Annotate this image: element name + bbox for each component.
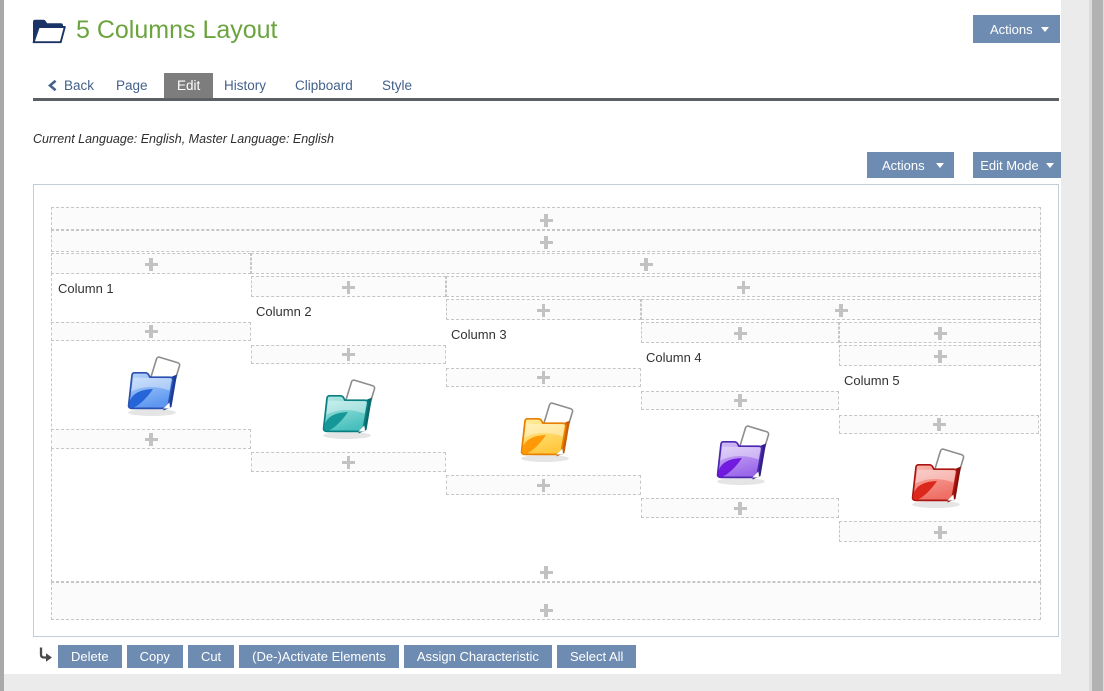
drop-zone[interactable]	[51, 582, 1041, 620]
drop-zone[interactable]	[51, 207, 1041, 230]
canvas-actions-button[interactable]: Actions	[867, 152, 954, 178]
drop-zone[interactable]	[251, 345, 446, 364]
column-label-5: Column 5	[844, 373, 900, 388]
column-label-2: Column 2	[256, 304, 312, 319]
tab-edit[interactable]: Edit	[164, 73, 213, 98]
drop-zone[interactable]	[251, 253, 1041, 274]
drop-zone[interactable]	[641, 322, 839, 343]
teal-folder-icon[interactable]	[315, 379, 381, 441]
caret-down-icon	[1046, 163, 1054, 168]
plus-icon[interactable]	[145, 258, 158, 271]
plus-icon[interactable]	[737, 281, 750, 294]
scrollbar-track[interactable]	[1089, 0, 1104, 691]
plus-icon[interactable]	[537, 479, 550, 492]
edit-mode-button[interactable]: Edit Mode	[973, 152, 1061, 178]
plus-icon[interactable]	[537, 304, 550, 317]
column-label-4: Column 4	[646, 350, 702, 365]
drop-zone[interactable]	[446, 475, 641, 495]
drop-zone[interactable]	[839, 322, 1041, 343]
chevron-left-icon	[48, 80, 57, 91]
column-label-1: Column 1	[58, 281, 114, 296]
plus-icon[interactable]	[342, 456, 355, 469]
select-all-button[interactable]: Select All	[557, 645, 636, 668]
tab-clipboard[interactable]: Clipboard	[295, 73, 353, 98]
plus-icon[interactable]	[640, 258, 653, 271]
element-toolbar: DeleteCopyCut(De-)Activate ElementsAssig…	[58, 645, 636, 668]
plus-icon[interactable]	[734, 327, 747, 340]
language-status: Current Language: English, Master Langua…	[33, 132, 334, 146]
plus-icon[interactable]	[342, 281, 355, 294]
drop-zone[interactable]	[839, 415, 1039, 434]
drop-zone[interactable]	[446, 368, 641, 387]
plus-icon[interactable]	[540, 566, 553, 579]
plus-icon[interactable]	[145, 325, 158, 338]
plus-icon[interactable]	[537, 371, 550, 384]
red-folder-icon[interactable]	[904, 448, 970, 510]
back-button[interactable]: Back	[48, 73, 94, 98]
caret-down-icon	[1041, 27, 1049, 32]
tab-history[interactable]: History	[224, 73, 266, 98]
drop-zone[interactable]	[839, 345, 1041, 366]
assign-characteristic-button[interactable]: Assign Characteristic	[404, 645, 552, 668]
drop-zone[interactable]	[641, 299, 1041, 320]
purple-folder-icon[interactable]	[709, 425, 775, 487]
edit-canvas: Column 1 Column 2 Column 3 Column 4	[33, 184, 1059, 637]
plus-icon[interactable]	[540, 236, 553, 249]
copy-button[interactable]: Copy	[127, 645, 183, 668]
drop-zone[interactable]	[641, 498, 839, 518]
branch-arrow-icon	[37, 646, 54, 663]
drop-zone[interactable]	[51, 322, 251, 341]
caret-down-icon	[936, 163, 944, 168]
edit-mode-label: Edit Mode	[980, 158, 1039, 173]
drop-zone[interactable]	[641, 391, 839, 410]
plus-icon[interactable]	[835, 304, 848, 317]
cut-button[interactable]: Cut	[188, 645, 234, 668]
tab-style[interactable]: Style	[382, 73, 412, 98]
tab-page[interactable]: Page	[116, 73, 148, 98]
header-actions-button[interactable]: Actions	[973, 15, 1060, 43]
de-activate-elements-button[interactable]: (De-)Activate Elements	[239, 645, 399, 668]
drop-zone[interactable]	[51, 253, 251, 274]
plus-icon[interactable]	[934, 327, 947, 340]
content-area: 5 Columns Layout Actions Back Page Edit Hi…	[4, 0, 1061, 674]
plus-icon[interactable]	[342, 348, 355, 361]
plus-icon[interactable]	[933, 418, 946, 431]
drop-zone[interactable]	[51, 230, 1041, 252]
open-folder-icon	[30, 17, 68, 45]
header-actions-label: Actions	[990, 22, 1033, 37]
drop-zone[interactable]	[446, 299, 641, 320]
drop-zone[interactable]	[251, 452, 446, 472]
drop-zone[interactable]	[51, 429, 251, 449]
drop-zone[interactable]	[446, 276, 1041, 297]
plus-icon[interactable]	[540, 604, 553, 617]
plus-icon[interactable]	[934, 350, 947, 363]
blue-folder-icon[interactable]	[120, 356, 186, 418]
delete-button[interactable]: Delete	[58, 645, 122, 668]
plus-icon[interactable]	[540, 214, 553, 227]
page-title: 5 Columns Layout	[76, 16, 278, 45]
plus-icon[interactable]	[145, 433, 158, 446]
column-label-3: Column 3	[451, 327, 507, 342]
scrollbar-thumb[interactable]	[1092, 0, 1103, 691]
plus-icon[interactable]	[734, 394, 747, 407]
canvas-actions-label: Actions	[882, 158, 925, 173]
plus-icon[interactable]	[934, 526, 947, 539]
back-label: Back	[64, 78, 94, 93]
tab-bar: Back Page Edit History Clipboard Style	[33, 73, 1059, 101]
yellow-folder-icon[interactable]	[513, 402, 579, 464]
drop-zone[interactable]	[839, 521, 1041, 542]
drop-zone[interactable]	[251, 276, 446, 297]
plus-icon[interactable]	[734, 502, 747, 515]
